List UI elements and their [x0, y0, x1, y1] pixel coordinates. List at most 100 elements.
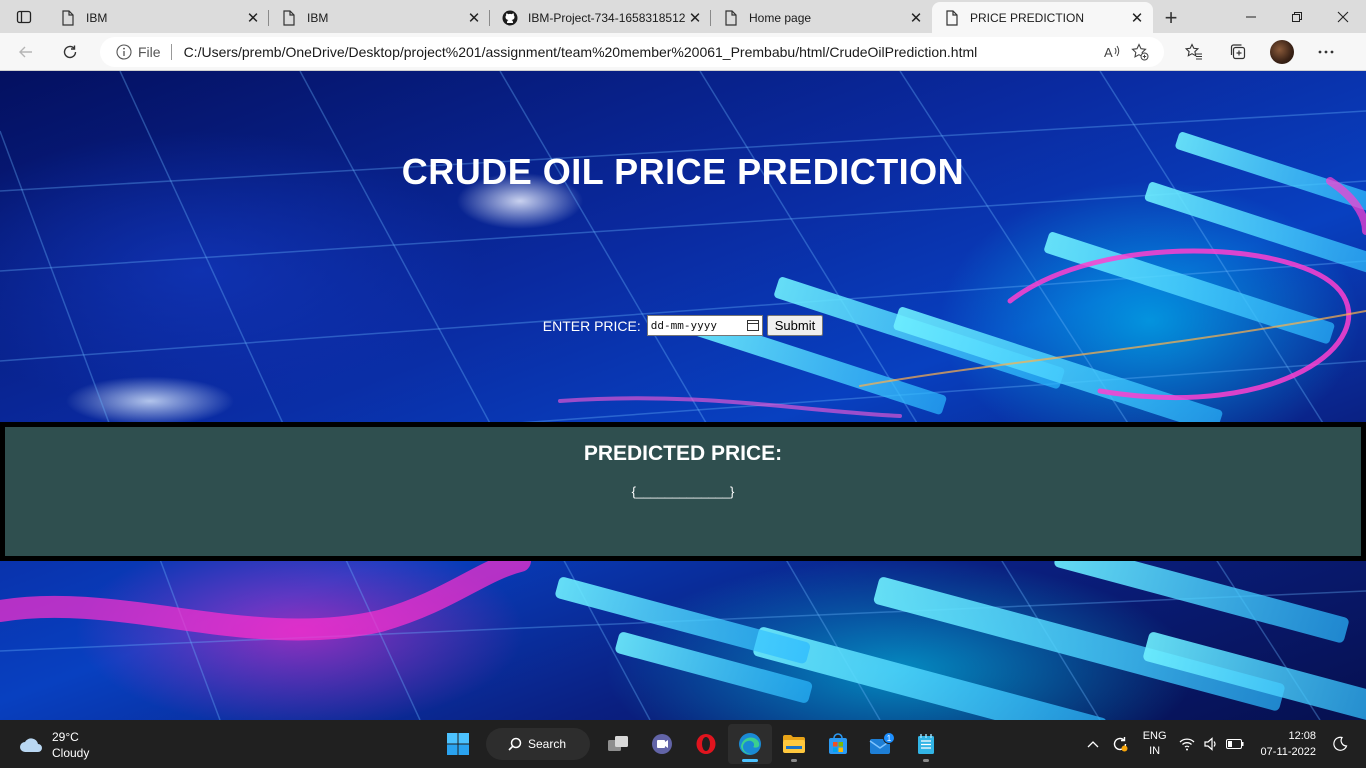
tab-actions-icon — [16, 10, 32, 23]
price-label: ENTER PRICE: — [542, 317, 641, 334]
volume-icon[interactable] — [1199, 737, 1223, 751]
tab-price-prediction[interactable]: PRICE PREDICTION ✕ — [932, 2, 1153, 33]
result-value: {_____________} — [631, 484, 735, 499]
tab-label: IBM — [86, 10, 108, 25]
taskbar: 29°C Cloudy Search 1 ENG IN 12:08 07-11-… — [0, 720, 1366, 768]
plus-icon: + — [1164, 4, 1178, 30]
settings-more-button[interactable] — [1304, 36, 1348, 68]
tab-home-page[interactable]: Home page ✕ — [711, 2, 932, 33]
close-icon[interactable]: ✕ — [1129, 10, 1145, 27]
close-icon[interactable]: ✕ — [245, 10, 261, 27]
windows-icon — [447, 733, 469, 755]
svg-text:A: A — [1104, 45, 1113, 60]
taskbar-search[interactable]: Search — [486, 728, 590, 760]
favorites-button[interactable] — [1172, 36, 1216, 68]
page-icon — [281, 9, 297, 26]
running-indicator — [923, 759, 929, 762]
edge-button[interactable] — [728, 724, 772, 764]
minimize-button[interactable] — [1228, 0, 1274, 33]
task-view-icon — [608, 736, 628, 751]
page-title: CRUDE OIL PRICE PREDICTION — [401, 151, 965, 192]
start-button[interactable] — [436, 724, 480, 764]
back-button[interactable] — [8, 36, 44, 68]
opera-icon — [696, 734, 716, 754]
new-tab-button[interactable]: + — [1153, 2, 1189, 33]
result-title: PREDICTED PRICE: — [583, 442, 783, 465]
task-view-button[interactable] — [596, 724, 640, 764]
address-bar[interactable]: File C:/Users/premb/OneDrive/Desktop/pro… — [100, 36, 1164, 67]
page-icon — [60, 9, 76, 26]
github-icon — [502, 10, 518, 26]
close-icon[interactable]: ✕ — [687, 10, 703, 27]
store-button[interactable] — [816, 724, 860, 764]
url-text[interactable]: C:/Users/premb/OneDrive/Desktop/project%… — [184, 44, 1098, 60]
mail-icon: 1 — [869, 732, 895, 754]
restore-icon — [1292, 11, 1302, 22]
close-icon[interactable]: ✕ — [466, 10, 482, 27]
prediction-form: ENTER PRICE: dd-mm-yyyy Submit — [0, 315, 1366, 336]
search-label: Search — [528, 737, 567, 751]
tab-label: Home page — [749, 10, 812, 25]
mail-badge: 1 — [887, 734, 892, 743]
profile-button[interactable] — [1260, 36, 1304, 68]
tab-ibm-2[interactable]: IBM ✕ — [269, 2, 490, 33]
collections-button[interactable] — [1216, 36, 1260, 68]
info-icon[interactable] — [116, 43, 132, 60]
read-aloud-icon[interactable]: A — [1098, 38, 1126, 66]
region-code: IN — [1149, 745, 1161, 757]
update-icon[interactable] — [1105, 735, 1135, 753]
page-content: CRUDE OIL PRICE PREDICTION ENTER PRICE: … — [0, 71, 1366, 720]
system-tray: ENG IN 12:08 07-11-2022 — [1081, 720, 1366, 768]
browser-tab-strip: IBM ✕ IBM ✕ IBM-Project-734-1658318512 ✕… — [0, 0, 1366, 33]
scheme-label: File — [138, 43, 161, 60]
chat-icon — [652, 734, 672, 754]
edge-icon — [739, 733, 761, 755]
opera-button[interactable] — [684, 724, 728, 764]
page-icon — [944, 9, 960, 26]
wifi-icon[interactable] — [1175, 737, 1199, 751]
language-indicator[interactable]: ENG IN — [1143, 729, 1167, 759]
search-icon — [508, 737, 522, 751]
notepad-icon — [918, 734, 934, 754]
restore-button[interactable] — [1274, 0, 1320, 33]
add-favorite-icon[interactable] — [1126, 38, 1154, 66]
notepad-button[interactable] — [904, 724, 948, 764]
weather-widget[interactable]: 29°C Cloudy — [18, 729, 89, 761]
mail-button[interactable]: 1 — [860, 724, 904, 764]
moon-icon — [1333, 736, 1348, 751]
file-explorer-button[interactable] — [772, 724, 816, 764]
tab-actions-button[interactable] — [0, 0, 48, 33]
tab-label: PRICE PREDICTION — [970, 10, 1085, 25]
teams-chat-button[interactable] — [640, 724, 684, 764]
more-dots-icon — [1318, 50, 1334, 53]
show-hidden-icons-button[interactable] — [1081, 740, 1105, 748]
clock[interactable]: 12:08 07-11-2022 — [1261, 728, 1316, 760]
close-window-button[interactable] — [1320, 0, 1366, 33]
weather-condition: Cloudy — [52, 746, 90, 760]
close-icon[interactable]: ✕ — [908, 10, 924, 27]
browser-toolbar: File C:/Users/premb/OneDrive/Desktop/pro… — [0, 33, 1366, 71]
notifications-button[interactable] — [1328, 736, 1352, 752]
clock-time: 12:08 — [1288, 730, 1316, 742]
back-arrow-icon — [19, 46, 32, 57]
date-input[interactable]: dd-mm-yyyy — [646, 315, 763, 336]
running-indicator — [791, 759, 797, 762]
close-icon — [1337, 11, 1349, 22]
calendar-icon[interactable] — [746, 320, 759, 331]
favorites-icon — [1185, 42, 1202, 60]
weather-temp: 29°C — [52, 730, 79, 744]
refresh-button[interactable] — [52, 36, 88, 68]
language-code: ENG — [1142, 730, 1167, 742]
taskbar-apps: Search 1 — [436, 724, 948, 764]
refresh-icon — [63, 45, 77, 58]
submit-button[interactable]: Submit — [766, 315, 824, 336]
active-indicator — [742, 759, 758, 762]
tab-github-project[interactable]: IBM-Project-734-1658318512 ✕ — [490, 2, 711, 33]
prediction-result-panel: PREDICTED PRICE: {_____________} — [0, 422, 1366, 561]
page-icon — [723, 9, 739, 26]
battery-icon[interactable] — [1223, 739, 1247, 749]
store-icon — [829, 733, 847, 754]
tab-label: IBM-Project-734-1658318512 — [528, 10, 686, 25]
divider — [170, 43, 172, 60]
tab-ibm-1[interactable]: IBM ✕ — [48, 2, 269, 33]
